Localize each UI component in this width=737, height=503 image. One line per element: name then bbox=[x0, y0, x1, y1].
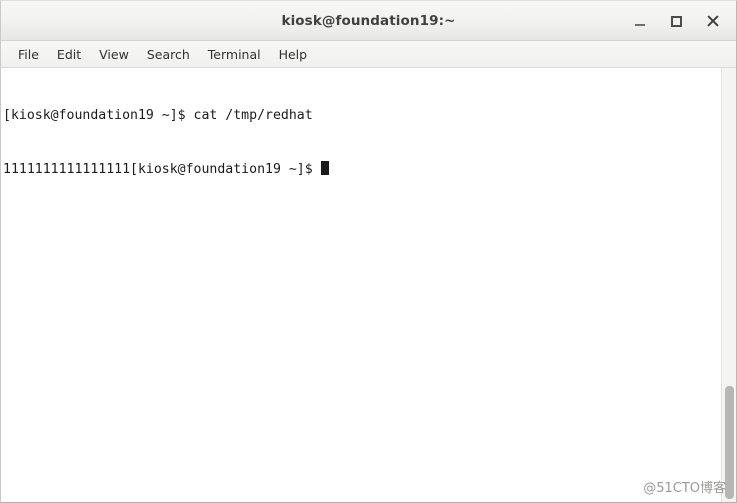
menu-item-search[interactable]: Search bbox=[138, 45, 199, 64]
minimize-button[interactable] bbox=[622, 5, 658, 37]
terminal-screen[interactable]: [kiosk@foundation19 ~]$ cat /tmp/redhat … bbox=[1, 68, 736, 502]
terminal-line: [kiosk@foundation19 ~]$ cat /tmp/redhat bbox=[3, 108, 313, 123]
window-title: kiosk@foundation19:~ bbox=[281, 12, 456, 29]
menu-item-edit[interactable]: Edit bbox=[48, 45, 90, 64]
close-button[interactable] bbox=[694, 5, 730, 37]
menu-item-help[interactable]: Help bbox=[270, 45, 317, 64]
maximize-icon bbox=[670, 15, 682, 27]
terminal-scrollbar[interactable] bbox=[721, 68, 736, 502]
terminal-window: kiosk@foundation19:~ File Edit View Sear… bbox=[0, 0, 737, 503]
title-bar[interactable]: kiosk@foundation19:~ bbox=[1, 1, 736, 41]
terminal-output: [kiosk@foundation19 ~]$ cat /tmp/redhat … bbox=[3, 71, 329, 215]
minimize-icon bbox=[635, 24, 645, 26]
terminal-line-text: 1111111111111111[kiosk@foundation19 ~]$ bbox=[3, 162, 321, 177]
close-icon bbox=[706, 15, 719, 28]
menu-bar: File Edit View Search Terminal Help bbox=[1, 41, 736, 68]
menu-item-view[interactable]: View bbox=[90, 45, 138, 64]
scrollbar-thumb[interactable] bbox=[725, 386, 734, 499]
terminal-cursor bbox=[320, 161, 329, 175]
maximize-button[interactable] bbox=[658, 5, 694, 37]
menu-item-file[interactable]: File bbox=[9, 45, 48, 64]
window-controls bbox=[622, 1, 730, 41]
terminal-line: 1111111111111111[kiosk@foundation19 ~]$ bbox=[3, 161, 329, 179]
menu-item-terminal[interactable]: Terminal bbox=[199, 45, 270, 64]
